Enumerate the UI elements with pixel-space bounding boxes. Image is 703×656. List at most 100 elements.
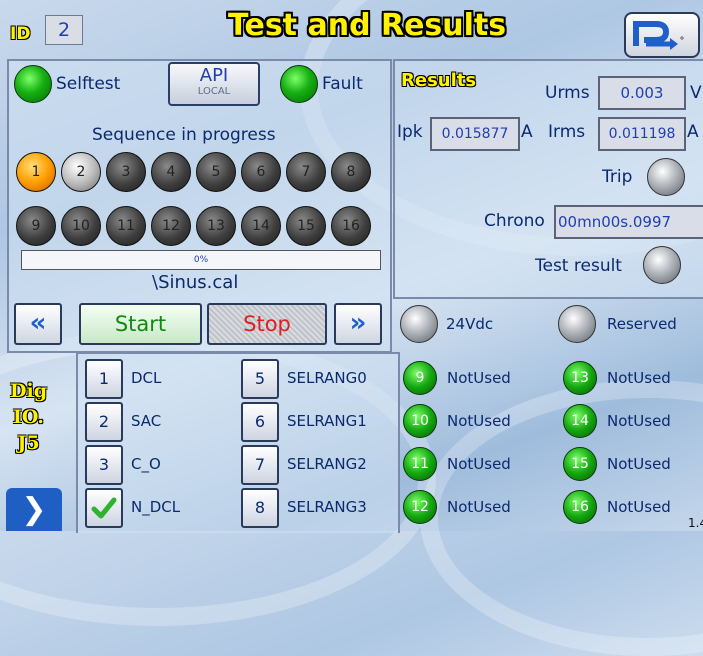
chrono-label: Chrono xyxy=(484,211,545,231)
output-toggle-8[interactable]: 8 xyxy=(241,488,279,528)
sequence-step[interactable]: 6 xyxy=(241,152,281,192)
ipk-value: 0.015877 xyxy=(430,117,520,151)
input-led-10: 10 xyxy=(403,404,437,438)
progress-bar: 0% xyxy=(21,250,381,270)
sequence-step[interactable]: 2 xyxy=(61,152,101,192)
test-result-label: Test result xyxy=(535,256,622,276)
irms-unit: A xyxy=(687,122,699,142)
output-toggle-1[interactable]: 1 xyxy=(85,359,123,399)
output-label: N_DCL xyxy=(131,498,181,516)
fault-led xyxy=(280,65,318,103)
input-label: NotUsed xyxy=(447,498,511,516)
forward-icon: » xyxy=(349,308,367,338)
urms-value: 0.003 xyxy=(598,76,686,110)
input-led-13: 13 xyxy=(563,361,597,395)
output-label: C_O xyxy=(131,455,161,473)
sequence-step[interactable]: 14 xyxy=(241,206,281,246)
input-led-16: 16 xyxy=(563,490,597,524)
trip-label: Trip xyxy=(602,167,633,187)
rewind-icon: « xyxy=(29,308,47,338)
output-toggle-6[interactable]: 6 xyxy=(241,402,279,442)
stop-button[interactable]: Stop xyxy=(207,303,327,345)
output-number: 2 xyxy=(98,412,110,431)
ipk-unit: A xyxy=(521,122,533,142)
input-label: NotUsed xyxy=(447,412,511,430)
output-number: 5 xyxy=(254,369,266,388)
progress-text: 0% xyxy=(193,255,209,265)
output-toggle-2[interactable]: 2 xyxy=(85,402,123,442)
ipk-label: Ipk xyxy=(397,122,423,142)
selftest-led xyxy=(14,65,52,103)
chevron-right-icon[interactable]: ❯ xyxy=(6,488,62,531)
sequence-status: Sequence in progress xyxy=(92,125,276,145)
output-toggle-5[interactable]: 5 xyxy=(241,359,279,399)
sequence-step[interactable]: 3 xyxy=(106,152,146,192)
output-number: 7 xyxy=(254,455,266,474)
sequence-step[interactable]: 16 xyxy=(331,206,371,246)
irms-value: 0.011198 xyxy=(598,117,686,151)
sequence-step[interactable]: 9 xyxy=(16,206,56,246)
input-label: NotUsed xyxy=(607,455,671,473)
digital-io-tab[interactable]: Dig IO. J5 xyxy=(10,378,47,456)
input-label: NotUsed xyxy=(447,455,511,473)
output-label: SELRANG0 xyxy=(287,369,367,387)
tab-line-1: Dig xyxy=(10,380,47,402)
trip-led xyxy=(647,158,685,196)
calibration-file: \Sinus.cal xyxy=(152,272,239,293)
api-mode-label: LOCAL xyxy=(197,86,231,97)
input-label: NotUsed xyxy=(607,498,671,516)
output-label: SELRANG1 xyxy=(287,412,367,430)
sequence-step[interactable]: 8 xyxy=(331,152,371,192)
test-result-led xyxy=(643,246,681,284)
sequence-step[interactable]: 11 xyxy=(106,206,146,246)
input-led-15: 15 xyxy=(563,447,597,481)
api-local-button[interactable]: API LOCAL xyxy=(168,62,260,106)
tab-line-3: J5 xyxy=(17,432,40,454)
id-value[interactable]: 2 xyxy=(45,15,83,45)
output-toggle-4[interactable] xyxy=(85,488,123,528)
output-label: SELRANG3 xyxy=(287,498,367,516)
next-button[interactable]: » xyxy=(334,303,382,345)
output-number: 6 xyxy=(254,412,266,431)
sequence-step[interactable]: 7 xyxy=(286,152,326,192)
output-toggle-7[interactable]: 7 xyxy=(241,445,279,485)
sequence-step[interactable]: 4 xyxy=(151,152,191,192)
api-label: API xyxy=(199,65,229,86)
input-led-14: 14 xyxy=(563,404,597,438)
output-label: SELRANG2 xyxy=(287,455,367,473)
sequence-step[interactable]: 15 xyxy=(286,206,326,246)
sequence-step[interactable]: 1 xyxy=(16,152,56,192)
chrono-value: 00mn00s.0997 xyxy=(554,205,703,239)
input-label: NotUsed xyxy=(607,412,671,430)
power-24vdc-led xyxy=(400,305,438,343)
checkmark-icon xyxy=(90,494,118,535)
sequence-step[interactable]: 12 xyxy=(151,206,191,246)
corner-text: 1.4 xyxy=(688,516,703,530)
output-number: 8 xyxy=(254,498,266,517)
irms-label: Irms xyxy=(548,122,586,142)
input-led-11: 11 xyxy=(403,447,437,481)
input-label: NotUsed xyxy=(607,369,671,387)
tab-line-2: IO. xyxy=(13,406,44,428)
input-led-12: 12 xyxy=(403,490,437,524)
previous-button[interactable]: « xyxy=(14,303,62,345)
output-number: 3 xyxy=(98,455,110,474)
urms-unit: V xyxy=(690,83,702,103)
sequence-step[interactable]: 10 xyxy=(61,206,101,246)
id-label: ID xyxy=(10,24,31,44)
sequence-step[interactable]: 13 xyxy=(196,206,236,246)
start-button[interactable]: Start xyxy=(79,303,202,345)
sequence-step[interactable]: 5 xyxy=(196,152,236,192)
app-logo-icon[interactable] xyxy=(624,12,700,58)
reserved-led xyxy=(558,305,596,343)
output-number: 1 xyxy=(98,369,110,388)
urms-label: Urms xyxy=(545,83,590,103)
output-label: SAC xyxy=(131,412,162,430)
selftest-label: Selftest xyxy=(56,74,121,94)
output-toggle-3[interactable]: 3 xyxy=(85,445,123,485)
input-led-9: 9 xyxy=(403,361,437,395)
fault-label: Fault xyxy=(322,74,363,94)
input-label: NotUsed xyxy=(447,369,511,387)
results-title: Results xyxy=(401,70,477,91)
reserved-label: Reserved xyxy=(607,315,677,333)
